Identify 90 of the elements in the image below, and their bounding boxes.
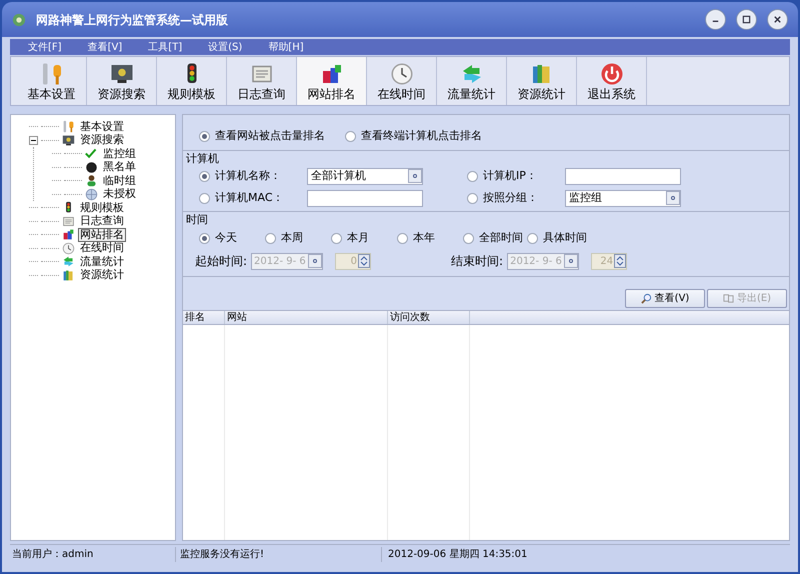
blocks-icon: [62, 228, 75, 242]
radio-button[interactable]: [199, 130, 210, 142]
toolbar-button[interactable]: 流量统计: [437, 57, 507, 105]
person-icon: [85, 174, 98, 188]
field-label: 起始时间:: [195, 253, 248, 270]
maximize-button[interactable]: [736, 9, 757, 30]
power-icon: [600, 62, 624, 86]
checkmark-icon: [85, 147, 98, 160]
tree-item[interactable]: 临时组: [101, 174, 138, 188]
menu-item[interactable]: 文件[F]: [28, 40, 62, 54]
window-title: 网路神警上网行为监管系统—试用版: [36, 12, 229, 28]
search-icon: [640, 293, 652, 304]
close-icon: [773, 15, 782, 24]
radio-button[interactable]: [527, 232, 538, 244]
input-field[interactable]: [565, 168, 681, 184]
dropdown-button[interactable]: [408, 169, 422, 183]
filter-label: 计算机MAC：: [215, 190, 284, 206]
clock-icon: [62, 242, 75, 255]
menu-item[interactable]: 查看[V]: [88, 40, 122, 54]
filter-label: 计算机IP：: [483, 168, 537, 184]
radio-label: 全部时间: [479, 230, 523, 246]
globe-icon: [85, 188, 98, 201]
tree-item[interactable]: 流量统计: [78, 254, 126, 269]
field-label: 结束时间:: [451, 253, 504, 270]
column-header[interactable]: 访问次数: [388, 311, 470, 324]
dropdown-button[interactable]: [666, 191, 680, 205]
toolbar-button[interactable]: 网站排名: [297, 57, 367, 105]
radio-label: 查看终端计算机点击排名: [361, 128, 482, 144]
input-field[interactable]: [307, 190, 423, 206]
app-logo-icon: [12, 12, 26, 26]
spin-arrows-icon[interactable]: [358, 254, 370, 268]
minimize-button[interactable]: [705, 9, 726, 30]
status-datetime: 2012-09-06 星期四 14:35:01: [387, 548, 528, 562]
toolbar-button[interactable]: 退出系统: [577, 57, 647, 105]
notepad-icon: [62, 214, 75, 228]
radio-button[interactable]: [331, 232, 342, 244]
clock-icon: [390, 62, 414, 86]
toolbar-button[interactable]: 资源统计: [507, 57, 577, 105]
close-button[interactable]: [767, 9, 788, 30]
radio-label: 本月: [347, 230, 369, 246]
toolbar-button[interactable]: 规则模板: [157, 57, 227, 105]
radio-label: 今天: [215, 230, 237, 246]
tree-item[interactable]: 黑名单: [101, 160, 138, 174]
radio-label: 查看网站被点击量排名: [215, 128, 325, 144]
spin-arrows-icon[interactable]: [614, 254, 626, 268]
tree-item[interactable]: 资源搜索: [78, 133, 126, 148]
wrench-icon: [62, 120, 75, 134]
radio-button[interactable]: [397, 232, 408, 244]
monitor-icon: [62, 134, 75, 147]
arrows-icon: [62, 255, 75, 268]
radio-button[interactable]: [199, 192, 210, 204]
tree-item[interactable]: 监控组: [101, 146, 138, 161]
tree-item[interactable]: 在线时间: [78, 241, 126, 256]
dropdown-field[interactable]: 监控组: [565, 190, 681, 206]
radio-label: 具体时间: [543, 230, 587, 246]
column-header[interactable]: 网站: [225, 311, 388, 324]
tree-item[interactable]: 规则模板: [78, 200, 126, 215]
status-message: 监控服务没有运行!: [176, 547, 382, 562]
column-header[interactable]: 排名: [183, 311, 225, 324]
menu-item[interactable]: 帮助[H]: [268, 40, 304, 54]
status-user: 当前用户：admin: [10, 547, 176, 562]
group-title: 时间: [185, 212, 209, 228]
tree-item[interactable]: 未授权: [101, 187, 138, 202]
radio-button[interactable]: [345, 130, 356, 142]
radio-button[interactable]: [265, 232, 276, 244]
radio-label: 本年: [413, 230, 435, 246]
tree-item[interactable]: 基本设置: [78, 120, 126, 134]
radio-button[interactable]: [199, 170, 210, 182]
tree-item[interactable]: 网站排名: [78, 228, 126, 242]
group-title: 计算机: [185, 151, 220, 167]
dropdown-field[interactable]: 全部计算机: [307, 168, 423, 184]
tree-item[interactable]: 资源统计: [78, 268, 126, 282]
maximize-icon: [742, 15, 751, 24]
toolbar-button[interactable]: 在线时间: [367, 57, 437, 105]
filter-label: 按照分组：: [483, 190, 538, 206]
view-button[interactable]: 查看(V): [625, 289, 705, 308]
radio-button[interactable]: [199, 232, 210, 244]
tree-item[interactable]: 日志查询: [78, 214, 126, 228]
menu-item[interactable]: 设置(S): [208, 40, 242, 54]
radio-button[interactable]: [467, 170, 478, 182]
books-icon: [62, 268, 75, 282]
toolbar-button[interactable]: 基本设置: [17, 57, 87, 105]
toolbar-button[interactable]: 资源搜索: [87, 57, 157, 105]
menu-item[interactable]: 工具[T]: [148, 40, 182, 54]
collapse-toggle[interactable]: [29, 136, 38, 145]
radio-button[interactable]: [463, 232, 474, 244]
export-icon: [722, 293, 734, 304]
radio-button[interactable]: [467, 192, 478, 204]
filter-label: 计算机名称：: [215, 168, 281, 184]
radio-label: 本周: [281, 230, 303, 246]
